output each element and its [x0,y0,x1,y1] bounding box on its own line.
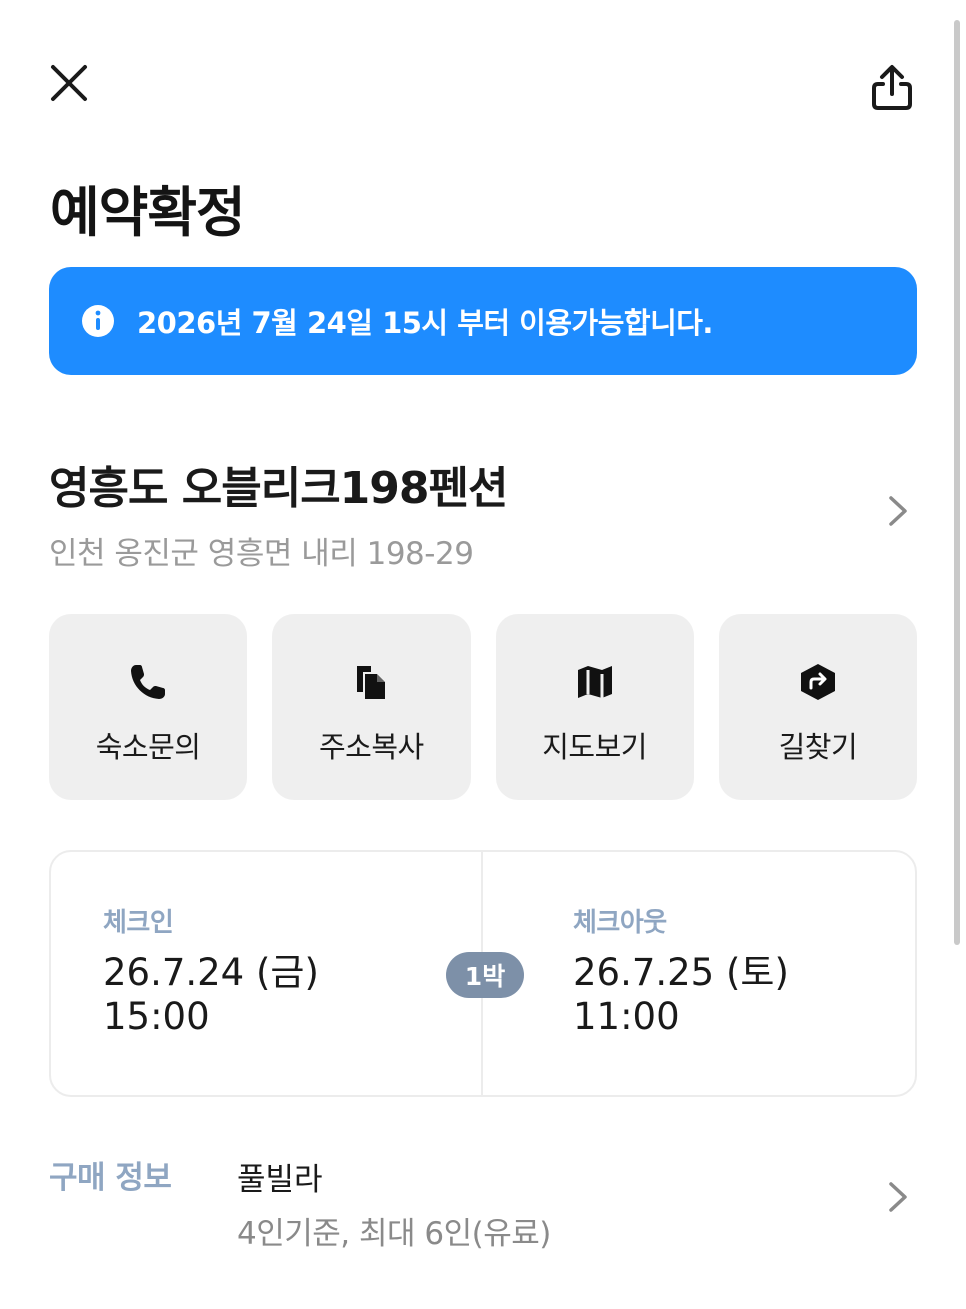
top-bar [0,0,966,160]
view-map-button[interactable]: 지도보기 [495,614,694,800]
checkout-section: 체크아웃 26.7.25 (토) 11:00 [573,902,789,1039]
checkin-label: 체크인 [103,908,174,938]
directions-icon [796,660,840,704]
close-icon [51,65,87,101]
directions-button[interactable]: 길찾기 [718,614,917,800]
checkin-section: 체크인 26.7.24 (금) 15:00 [103,902,319,1039]
purchase-info[interactable]: 구매 정보 풀빌라 4인기준, 최대 6인(유료) [49,1150,919,1260]
room-capacity: 4인기준, 최대 6인(유료) [237,1216,551,1252]
checkout-time: 11:00 [573,995,680,1038]
property-address: 인천 옹진군 영흥면 내리 198-29 [49,536,474,572]
property-name: 영흥도 오블리크198펜션 [49,463,508,514]
map-icon [573,660,617,704]
property-info[interactable]: 영흥도 오블리크198펜션 인천 옹진군 영흥면 내리 198-29 [49,452,919,572]
checkout-date: 26.7.25 (토) [573,951,789,994]
checkin-date: 26.7.24 (금) [103,951,319,994]
action-label: 숙소문의 [95,730,201,764]
checkout-label: 체크아웃 [573,908,667,938]
room-type: 풀빌라 [237,1162,323,1198]
close-button[interactable] [44,58,94,108]
contact-property-button[interactable]: 숙소문의 [49,614,248,800]
page-title: 예약확정 [50,181,246,244]
chevron-right-icon [889,1182,907,1212]
phone-icon [126,660,170,704]
copy-icon [349,660,393,704]
action-label: 주소복사 [319,730,424,764]
stay-period-card: 체크인 26.7.24 (금) 15:00 체크아웃 26.7.25 (토) 1… [49,850,917,1097]
purchase-label: 구매 정보 [49,1160,172,1196]
action-label: 길찾기 [778,730,858,764]
quick-actions: 숙소문의 주소복사 지도보기 길찾기 [49,614,917,800]
info-icon [82,305,114,337]
nights-badge: 1박 [446,952,524,998]
availability-notice: 2026년 7월 24일 15시 부터 이용가능합니다. [49,267,917,375]
share-icon [872,65,912,110]
share-button[interactable] [866,60,918,116]
action-label: 지도보기 [542,730,647,764]
checkin-time: 15:00 [103,995,210,1038]
copy-address-button[interactable]: 주소복사 [272,614,471,800]
notice-text: 2026년 7월 24일 15시 부터 이용가능합니다. [137,306,713,340]
chevron-right-icon [889,496,907,526]
